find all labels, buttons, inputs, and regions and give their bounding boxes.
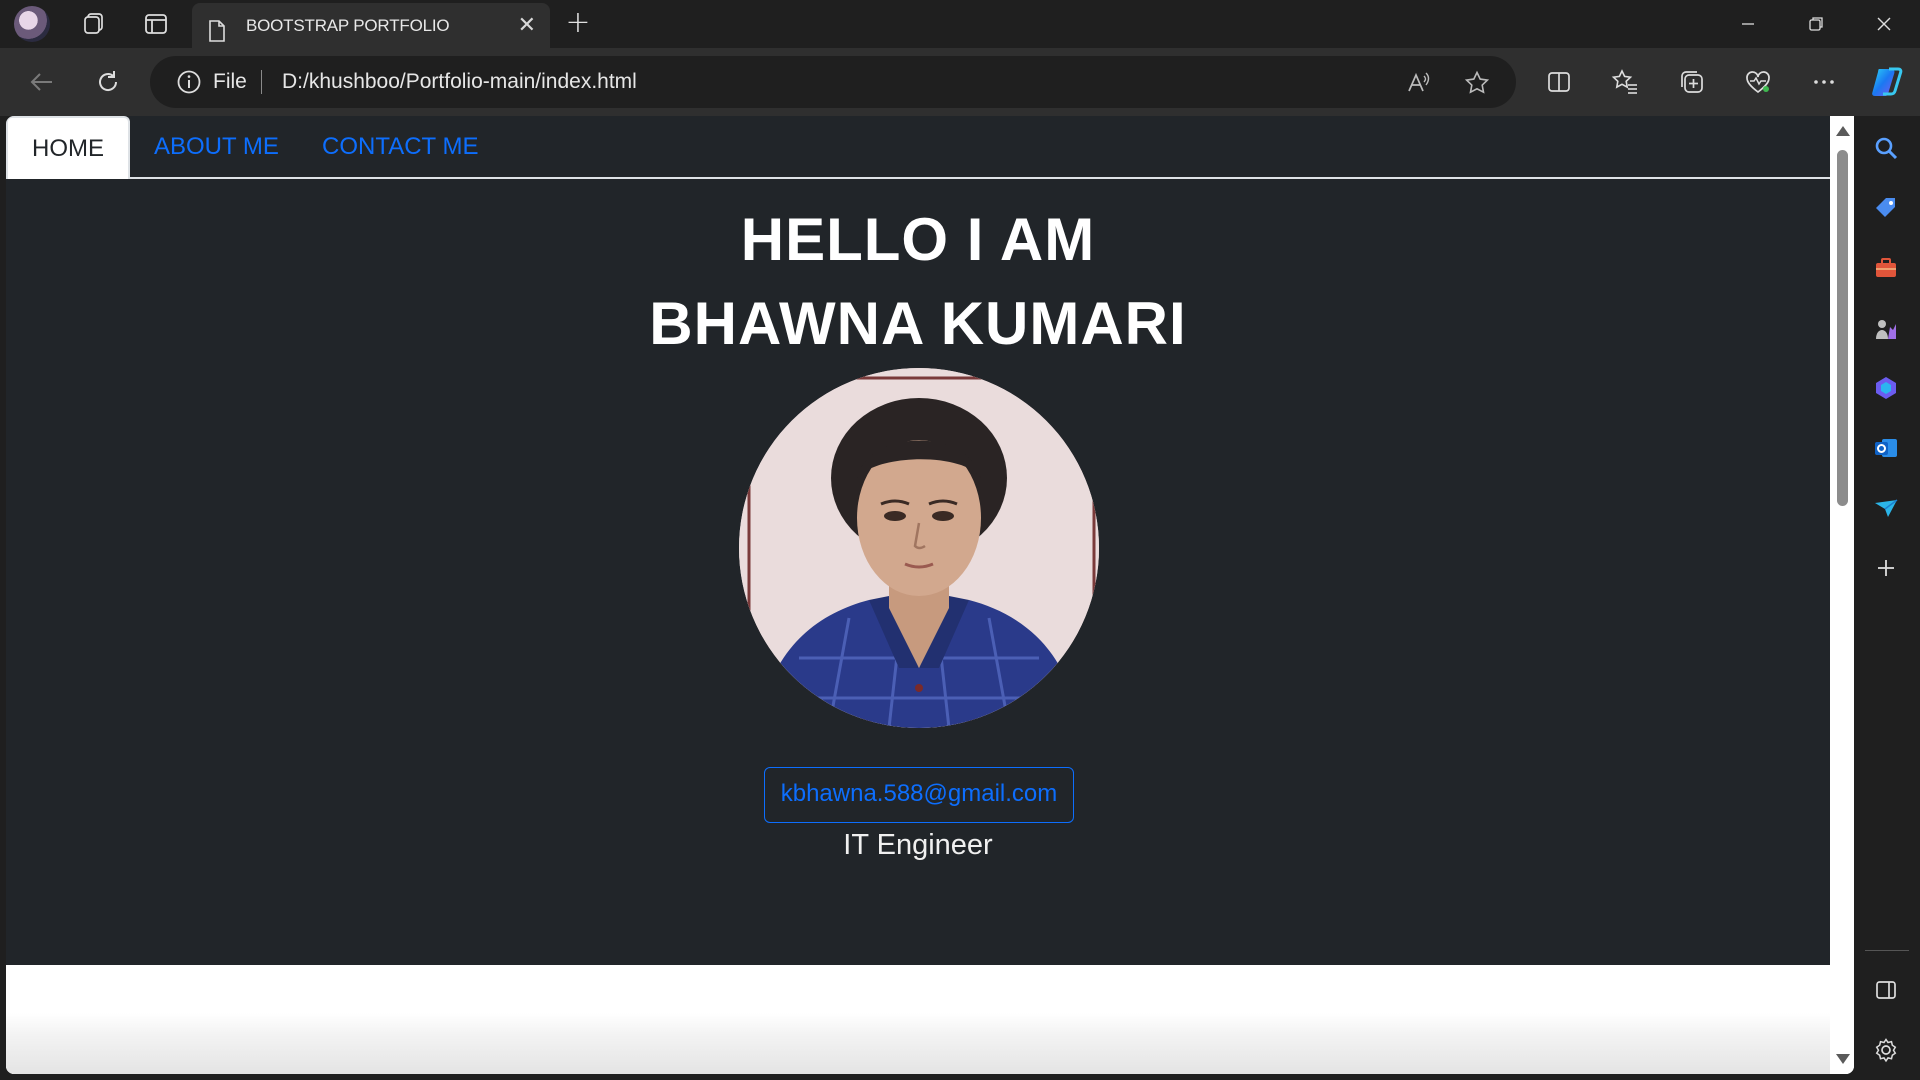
favorites-icon[interactable]: [1607, 64, 1643, 100]
collections-icon[interactable]: [1674, 64, 1710, 100]
nav-contact-me-link[interactable]: CONTACT ME: [298, 116, 502, 179]
hero-name: BHAWNA KUMARI: [649, 290, 1187, 357]
outlook-icon[interactable]: [1869, 431, 1903, 465]
games-icon[interactable]: [1869, 311, 1903, 345]
microsoft-365-icon[interactable]: [1869, 371, 1903, 405]
tab-actions-icon[interactable]: [140, 8, 172, 40]
search-icon[interactable]: [1869, 131, 1903, 165]
browser-window: BOOTSTRAP PORTFOLIO ✕ + File D:/khushboo…: [0, 0, 1920, 1080]
browser-essentials-icon[interactable]: [1740, 64, 1776, 100]
profile-avatar[interactable]: [14, 6, 50, 42]
scroll-down-arrow-icon[interactable]: [1836, 1054, 1850, 1064]
site-info-icon[interactable]: [176, 69, 202, 99]
read-aloud-icon[interactable]: [1404, 68, 1434, 98]
hero-greeting: HELLO I AM: [740, 206, 1096, 273]
edge-sidebar: [1854, 116, 1920, 1080]
scrollbar-thumb[interactable]: [1837, 150, 1848, 506]
email-button[interactable]: kbhawna.588@gmail.com: [764, 767, 1074, 823]
page-viewport: HOME ABOUT ME CONTACT ME HELLO I AM BHAW…: [6, 116, 1854, 1074]
nav-about-me-link[interactable]: ABOUT ME: [130, 116, 303, 179]
favorite-star-icon[interactable]: [1462, 68, 1492, 98]
hide-sidebar-icon[interactable]: [1869, 973, 1903, 1007]
refresh-icon[interactable]: [90, 64, 126, 100]
address-bar[interactable]: File D:/khushboo/Portfolio-main/index.ht…: [150, 56, 1516, 108]
profile-photo: [739, 368, 1099, 728]
page-below-hero: [6, 965, 1830, 1074]
page-scrollbar[interactable]: [1830, 116, 1854, 1074]
shopping-icon[interactable]: [1869, 191, 1903, 225]
hero-section: HELLO I AM BHAWNA KUMARI kbhawna.588@gma…: [6, 179, 1830, 965]
title-bar: BOOTSTRAP PORTFOLIO ✕ +: [0, 0, 1920, 48]
drop-icon[interactable]: [1869, 491, 1903, 525]
back-icon[interactable]: [24, 64, 60, 100]
copilot-icon[interactable]: [1867, 62, 1907, 102]
nav-home-tab[interactable]: HOME: [6, 116, 130, 181]
close-window-button[interactable]: [1850, 0, 1918, 48]
job-title: IT Engineer: [843, 829, 993, 861]
minimize-button[interactable]: [1714, 0, 1782, 48]
portfolio-page: HOME ABOUT ME CONTACT ME HELLO I AM BHAW…: [6, 116, 1830, 1074]
browser-toolbar: File D:/khushboo/Portfolio-main/index.ht…: [0, 48, 1920, 116]
address-separator: [261, 70, 262, 94]
tab-title: BOOTSTRAP PORTFOLIO: [246, 16, 450, 35]
more-icon[interactable]: [1806, 64, 1842, 100]
browser-tab[interactable]: BOOTSTRAP PORTFOLIO ✕: [192, 3, 550, 48]
sidebar-divider: [1865, 950, 1909, 951]
settings-icon[interactable]: [1869, 1033, 1903, 1067]
close-tab-icon[interactable]: ✕: [518, 3, 536, 48]
restore-button[interactable]: [1782, 0, 1850, 48]
add-icon[interactable]: [1869, 551, 1903, 585]
scroll-up-arrow-icon[interactable]: [1836, 126, 1850, 136]
workspaces-icon[interactable]: [78, 8, 110, 40]
address-url[interactable]: D:/khushboo/Portfolio-main/index.html: [282, 56, 637, 108]
tools-icon[interactable]: [1869, 251, 1903, 285]
split-screen-icon[interactable]: [1541, 64, 1577, 100]
address-scheme-label: File: [213, 70, 247, 93]
new-tab-button[interactable]: +: [562, 8, 594, 40]
page-nav: HOME ABOUT ME CONTACT ME: [6, 116, 1830, 181]
